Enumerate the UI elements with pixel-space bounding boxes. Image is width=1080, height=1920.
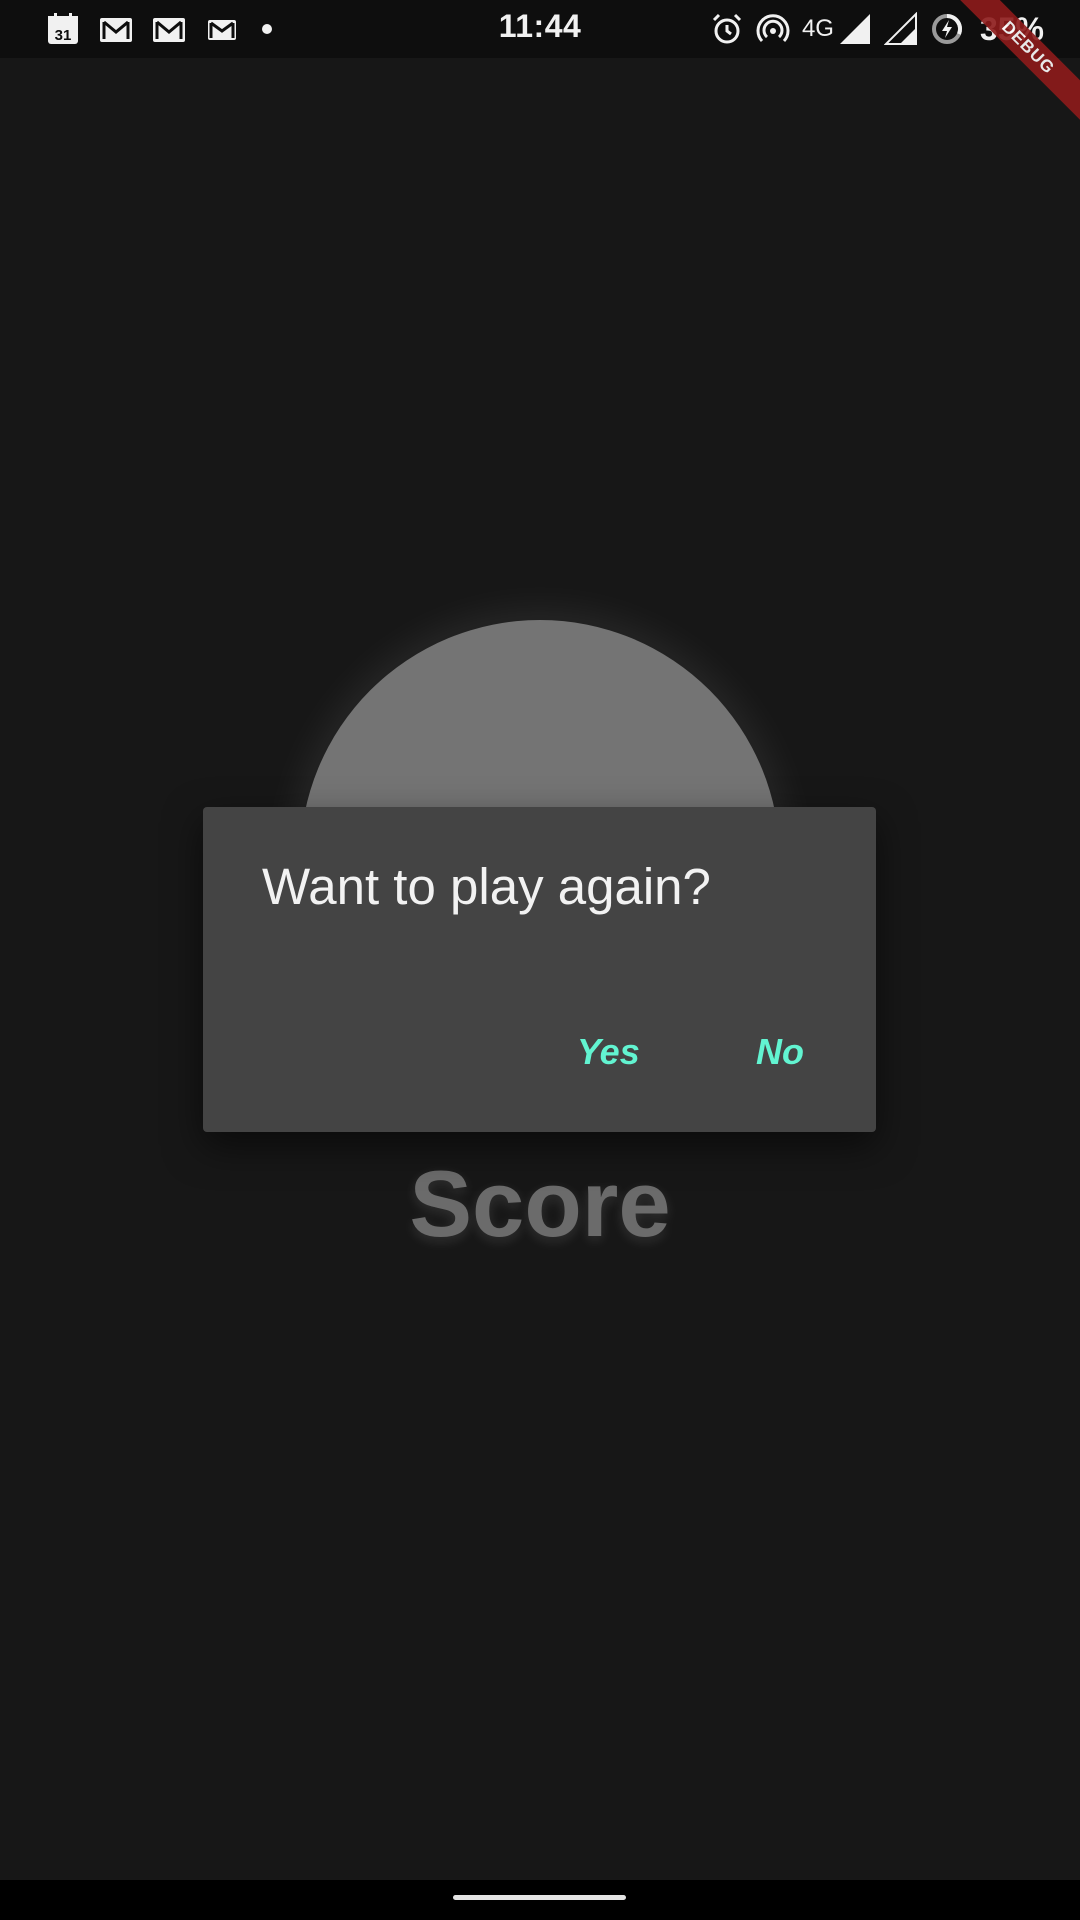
dialog-actions: Yes No xyxy=(203,1022,876,1082)
dialog-title: Want to play again? xyxy=(262,858,711,915)
alarm-icon xyxy=(710,12,744,46)
battery-percentage: 35% xyxy=(979,10,1044,47)
play-again-dialog: Want to play again? Yes No xyxy=(203,807,876,1132)
system-icons: 4G 35% xyxy=(710,10,1044,47)
signal-icon xyxy=(883,11,918,46)
no-button[interactable]: No xyxy=(756,1022,804,1082)
yes-button[interactable]: Yes xyxy=(577,1022,640,1082)
signal-icon xyxy=(838,12,872,46)
hotspot-icon xyxy=(756,12,790,46)
home-gesture-handle[interactable] xyxy=(453,1895,626,1900)
battery-saver-icon xyxy=(930,12,964,46)
network-type: 4G xyxy=(801,15,834,42)
navigation-bar xyxy=(0,1880,1080,1920)
status-bar: 31 11:44 4G 35% xyxy=(0,0,1080,58)
